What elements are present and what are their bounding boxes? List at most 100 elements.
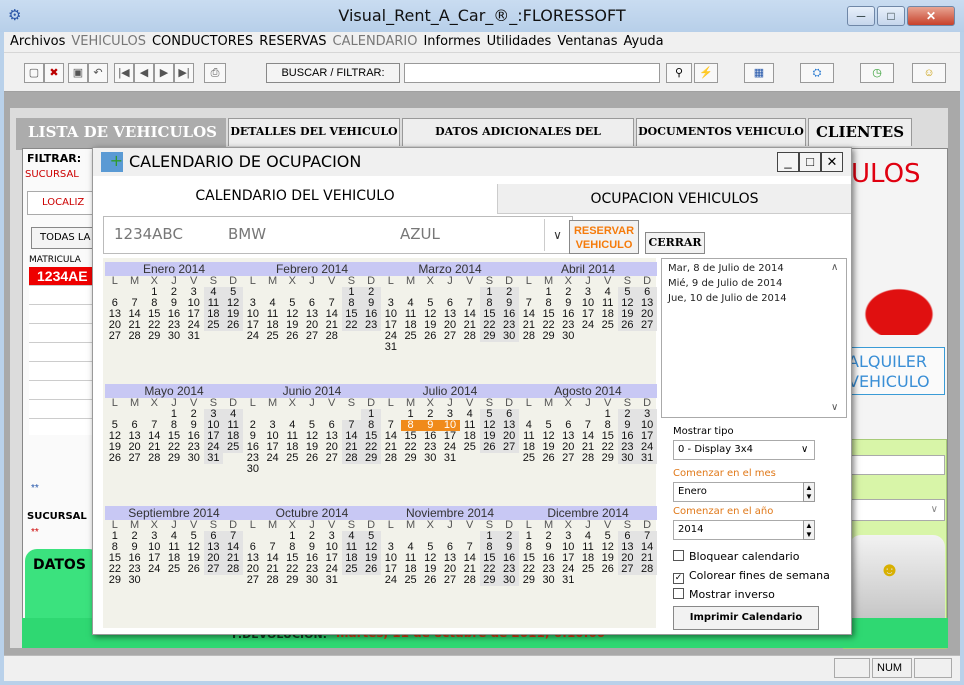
mes-spinner[interactable]: ▲ ▼ — [803, 482, 815, 502]
menu-item[interactable]: CALENDARIO — [333, 34, 418, 49]
imprimir-button[interactable]: Imprimir Calendario — [673, 606, 819, 630]
day-cell[interactable]: 30 — [617, 453, 638, 464]
day-cell[interactable]: 26 — [223, 320, 243, 331]
delete-icon[interactable]: ✖ — [44, 63, 64, 83]
day-cell[interactable]: 30 — [184, 453, 204, 464]
day-cell[interactable]: 22 — [341, 320, 362, 331]
right-select[interactable]: ∨ — [849, 499, 945, 521]
day-cell[interactable]: 28 — [223, 564, 243, 575]
day-cell[interactable]: 30 — [302, 575, 322, 586]
anio-input[interactable]: 2014 — [673, 520, 815, 540]
day-cell[interactable]: 30 — [125, 575, 145, 586]
day-cell[interactable]: 28 — [322, 331, 342, 342]
clock-icon[interactable]: ◷ — [860, 63, 894, 83]
anio-spinner[interactable]: ▲ ▼ — [803, 520, 815, 540]
day-cell[interactable]: 26 — [479, 442, 500, 453]
display-select[interactable]: 0 - Display 3x4 — [673, 440, 815, 460]
day-cell[interactable]: 24 — [144, 564, 164, 575]
save-icon[interactable]: ▣ — [68, 63, 88, 83]
day-cell[interactable]: 25 — [341, 564, 362, 575]
day-cell[interactable]: 26 — [420, 331, 440, 342]
day-cell[interactable]: 30 — [420, 453, 440, 464]
day-cell[interactable]: 31 — [203, 453, 224, 464]
new-icon[interactable]: ▢ — [24, 63, 44, 83]
reservar-button[interactable]: RESERVAR VEHICULO — [569, 220, 639, 254]
day-cell[interactable]: 25 — [263, 331, 283, 342]
day-cell[interactable]: 29 — [361, 453, 381, 464]
day-cell[interactable]: 27 — [125, 453, 145, 464]
day-cell[interactable]: 27 — [322, 453, 342, 464]
menu-item[interactable]: Informes — [423, 34, 480, 49]
day-cell[interactable]: 30 — [499, 331, 519, 342]
tab-datos-adicionales[interactable]: DATOS ADICIONALES DEL VEHICULO — [402, 118, 634, 164]
day-cell[interactable]: 29 — [164, 453, 184, 464]
dialog-minimize-button[interactable]: _ — [777, 152, 799, 172]
day-cell[interactable]: 26 — [282, 331, 302, 342]
alquiler-vehiculo-button[interactable]: ALQUILER VEHICULO — [845, 347, 945, 395]
print-icon[interactable]: ⎙ — [204, 63, 226, 83]
day-cell[interactable]: 26 — [420, 575, 440, 586]
inverso-checkbox[interactable]: Mostrar inverso — [673, 588, 775, 601]
day-cell[interactable]: 25 — [598, 320, 618, 331]
tab-ocupacion-vehiculos[interactable]: OCUPACION VEHICULOS — [497, 184, 851, 214]
display-chevron-icon[interactable]: ∨ — [801, 444, 808, 455]
tab-detalles[interactable]: DETALLES DEL VEHICULO — [228, 118, 400, 146]
day-cell[interactable]: 27 — [637, 320, 657, 331]
dialog-close-button[interactable]: ✕ — [821, 152, 843, 172]
day-cell[interactable]: 27 — [243, 575, 263, 586]
tab-clientes[interactable]: CLIENTES — [808, 118, 912, 146]
prev-icon[interactable]: ◀ — [134, 63, 154, 83]
day-cell[interactable]: 31 — [637, 453, 657, 464]
list-scroll-up-icon[interactable]: ∧ — [831, 262, 838, 273]
localiz-button[interactable]: LOCALIZ — [27, 191, 99, 215]
selected-date-item[interactable]: Jue, 10 de Julio de 2014 — [668, 293, 846, 304]
day-cell[interactable]: 31 — [558, 575, 578, 586]
day-cell[interactable]: 29 — [519, 575, 539, 586]
day-cell[interactable]: 29 — [479, 575, 500, 586]
tab-calendario-vehiculo[interactable]: CALENDARIO DEL VEHICULO — [93, 178, 497, 214]
day-cell[interactable]: 28 — [578, 453, 598, 464]
users-icon[interactable]: ☺ — [912, 63, 946, 83]
binoculars-icon[interactable]: ⚲ — [666, 63, 692, 83]
mes-input[interactable]: Enero — [673, 482, 815, 502]
day-cell[interactable]: 25 — [401, 331, 421, 342]
day-cell[interactable]: 26 — [105, 453, 125, 464]
table-row-selected[interactable]: 1234AE — [29, 267, 101, 285]
day-cell[interactable]: 23 — [361, 320, 381, 331]
list-scroll-down-icon[interactable]: ∨ — [831, 402, 838, 413]
day-cell[interactable]: 25 — [282, 453, 302, 464]
day-cell[interactable]: 31 — [322, 575, 342, 586]
filter-icon[interactable]: ⚡ — [694, 63, 718, 83]
day-cell[interactable]: 27 — [203, 564, 224, 575]
search-input[interactable] — [404, 63, 660, 83]
day-cell[interactable]: 30 — [164, 331, 184, 342]
day-cell[interactable]: 28 — [460, 575, 480, 586]
day-cell[interactable]: 29 — [598, 453, 618, 464]
day-cell[interactable]: 25 — [401, 575, 421, 586]
day-cell[interactable]: 28 — [125, 331, 145, 342]
menu-item[interactable]: Utilidades — [487, 34, 552, 49]
day-cell[interactable]: 29 — [144, 331, 164, 342]
day-cell[interactable]: 28 — [341, 453, 362, 464]
day-cell[interactable]: 31 — [184, 331, 204, 342]
day-cell[interactable]: 28 — [381, 453, 401, 464]
day-cell[interactable]: 25 — [578, 564, 598, 575]
menu-item[interactable]: Ayuda — [623, 34, 663, 49]
day-cell[interactable]: 27 — [558, 453, 578, 464]
day-cell[interactable]: 28 — [637, 564, 657, 575]
day-cell[interactable]: 28 — [263, 575, 283, 586]
menu-item[interactable]: CONDUCTORES — [152, 34, 253, 49]
day-cell[interactable]: 26 — [617, 320, 638, 331]
day-cell[interactable]: 24 — [263, 453, 283, 464]
last-icon[interactable]: ▶| — [174, 63, 194, 83]
next-icon[interactable]: ▶ — [154, 63, 174, 83]
undo-icon[interactable]: ↶ — [88, 63, 108, 83]
day-cell[interactable]: 28 — [460, 331, 480, 342]
menu-item[interactable]: Archivos — [10, 34, 65, 49]
day-cell[interactable]: 29 — [539, 331, 559, 342]
network-icon[interactable]: ⛭ — [800, 63, 834, 83]
day-cell[interactable]: 26 — [302, 453, 322, 464]
day-cell[interactable]: 29 — [401, 453, 421, 464]
day-cell[interactable]: 31 — [440, 453, 460, 464]
menu-item[interactable]: VEHICULOS — [71, 34, 146, 49]
